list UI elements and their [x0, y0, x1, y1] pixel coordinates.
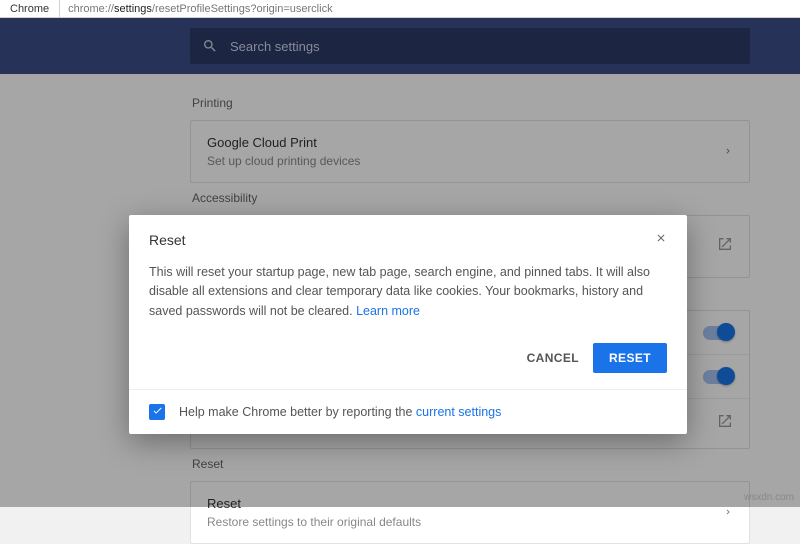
url-path: /resetProfileSettings?origin=userclick — [152, 3, 333, 15]
close-button[interactable] — [655, 231, 667, 249]
reset-button[interactable]: RESET — [593, 343, 667, 373]
dialog-body: This will reset your startup page, new t… — [129, 257, 687, 331]
address-bar: Chrome chrome://settings/resetProfileSet… — [0, 0, 800, 18]
close-icon — [655, 231, 667, 248]
help-checkbox[interactable] — [149, 404, 165, 420]
app-label: Chrome — [0, 0, 60, 17]
learn-more-link[interactable]: Learn more — [356, 304, 420, 318]
reset-dialog: Reset This will reset your startup page,… — [129, 215, 687, 434]
url-scheme: chrome:// — [68, 3, 114, 15]
cancel-button[interactable]: CANCEL — [527, 351, 579, 365]
url-host: settings — [114, 3, 152, 15]
check-icon — [152, 405, 163, 419]
dialog-title: Reset — [149, 232, 655, 248]
url[interactable]: chrome://settings/resetProfileSettings?o… — [60, 3, 332, 15]
watermark: wsxdn.com — [744, 492, 794, 503]
current-settings-link[interactable]: current settings — [416, 405, 501, 419]
row-subtitle: Restore settings to their original defau… — [207, 515, 421, 529]
help-text: Help make Chrome better by reporting the… — [179, 405, 501, 419]
